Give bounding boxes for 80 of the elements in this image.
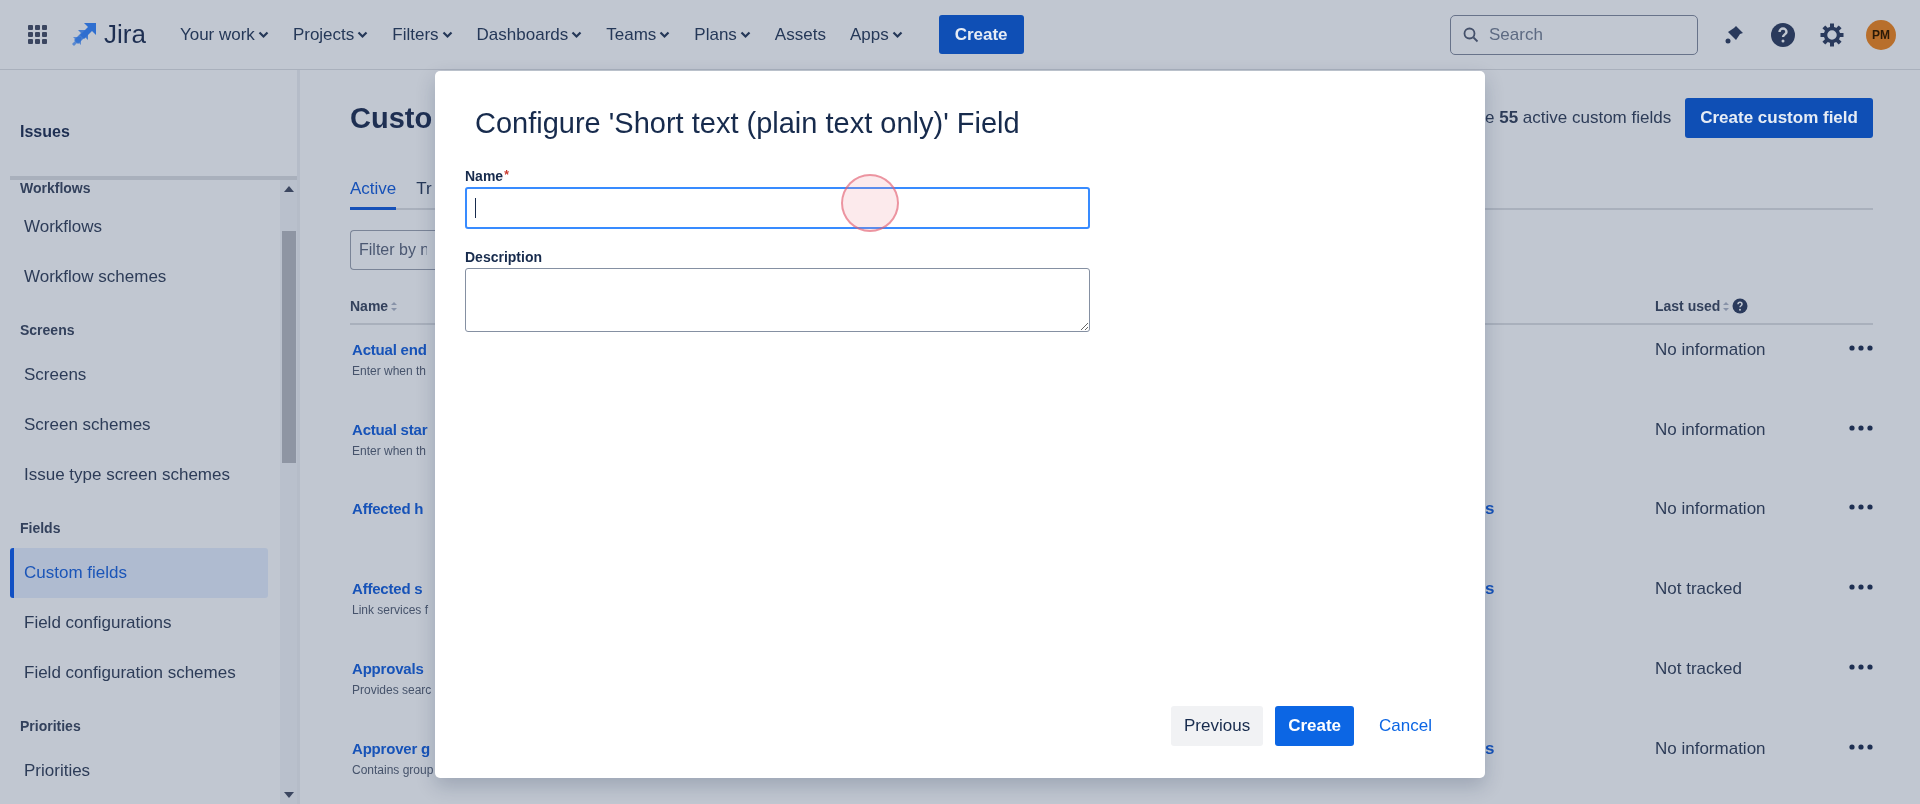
table-cell-text: No information — [1655, 418, 1767, 441]
sidebar-section-heading: Screens — [19, 321, 76, 340]
table-cell-text: No information — [1655, 498, 1767, 521]
chevron-down-icon — [441, 30, 453, 39]
nav-menu-item[interactable]: Apps — [839, 14, 913, 55]
required-mark: * — [504, 168, 509, 182]
click-marker — [841, 174, 899, 232]
nav-menu-item[interactable]: Dashboards — [466, 14, 593, 55]
sidebar-item[interactable]: Screen schemes — [10, 400, 268, 450]
field-name-link[interactable]: Actual end — [352, 338, 427, 361]
field-description: Provides searc — [352, 682, 432, 700]
sidebar-item[interactable]: Workflow schemes — [10, 252, 268, 302]
help-icon[interactable] — [1770, 21, 1796, 48]
chevron-down-icon — [571, 30, 583, 39]
sidebar-item[interactable]: Screens — [10, 350, 268, 400]
help-icon[interactable] — [1732, 298, 1749, 315]
table-cell-text: Not tracked — [1655, 578, 1743, 601]
sidebar-item[interactable]: Field configurations — [10, 598, 268, 648]
settings-icon[interactable] — [1820, 22, 1844, 47]
field-name-link[interactable]: Actual star — [352, 418, 428, 441]
table-cell-text: No information — [1655, 338, 1767, 361]
tab[interactable]: Active — [350, 169, 397, 210]
chevron-down-icon — [257, 30, 269, 39]
sidebar-section-heading: Priorities — [19, 717, 82, 736]
field-label: Name* — [465, 168, 510, 184]
search-field[interactable]: Search — [1450, 14, 1698, 55]
field-label: Description — [465, 249, 543, 265]
field-name-link[interactable]: Approvals — [352, 658, 432, 681]
nav-menu-item[interactable]: Filters — [382, 14, 463, 55]
table-link[interactable]: s — [1485, 739, 1495, 759]
table-link[interactable]: s — [1485, 579, 1495, 599]
nav-menu-item[interactable]: Your work — [169, 14, 279, 55]
user-avatar[interactable]: PM — [1866, 19, 1896, 50]
column-header[interactable]: Name — [350, 298, 398, 315]
chevron-down-icon — [659, 30, 671, 39]
table-cell-text: Not tracked — [1655, 658, 1743, 681]
field-name-link[interactable]: Affected h — [352, 498, 424, 521]
sidebar-item[interactable]: Workflows — [10, 202, 268, 252]
name-input-field[interactable] — [465, 187, 1090, 229]
chevron-down-icon — [357, 30, 369, 39]
sidebar-title: Issues — [19, 122, 71, 142]
tab[interactable]: Tr — [416, 169, 432, 210]
scrollbar-thumb[interactable] — [281, 231, 296, 463]
nav-menu-item[interactable]: Teams — [596, 14, 681, 55]
cancel-link[interactable]: Cancel — [1366, 706, 1445, 746]
logo-icon[interactable] — [70, 20, 98, 49]
chevron-down-icon — [739, 30, 751, 39]
field-description: Contains group — [352, 762, 434, 780]
create-button[interactable]: Create — [1275, 706, 1355, 746]
field-count-text: e 55 active custom fields — [1485, 108, 1672, 128]
scroll-up-icon[interactable] — [283, 186, 294, 192]
scroll-down-icon[interactable] — [283, 792, 294, 798]
scrollbar[interactable] — [280, 180, 297, 804]
app-grid-icon[interactable] — [28, 24, 48, 45]
sidebar-item[interactable]: Field configuration schemes — [10, 648, 268, 698]
field-description: Link services f — [352, 602, 429, 620]
sidebar-section-heading: Fields — [19, 519, 62, 538]
table-link[interactable]: s — [1485, 499, 1495, 519]
create-custom-field-button[interactable]: Create custom field — [1685, 98, 1873, 138]
previous-button[interactable]: Previous — [1171, 706, 1264, 746]
dialog-title: Configure 'Short text (plain text only)' Field — [475, 107, 1021, 140]
field-name-link[interactable]: Approver g — [352, 738, 434, 761]
sidebar-section-heading: Workflows — [19, 180, 92, 198]
chevron-down-icon — [891, 30, 903, 39]
page-title: Custo — [350, 101, 433, 136]
logo-text[interactable]: Jira — [104, 19, 146, 50]
field-description: Enter when th — [352, 442, 428, 460]
nav-menu-item[interactable]: Projects — [282, 14, 379, 55]
field-description: Enter when th — [352, 362, 427, 380]
search-icon — [1463, 26, 1479, 43]
field-name-link[interactable]: Affected s — [352, 578, 429, 601]
sidebar-item[interactable]: Custom fields — [10, 548, 268, 598]
description-input-field[interactable] — [465, 268, 1090, 332]
nav-menu-item[interactable]: Plans — [684, 14, 761, 55]
sidebar-item[interactable]: Issue type screen schemes — [10, 450, 268, 500]
sidebar-item[interactable]: Priorities — [10, 746, 268, 796]
nav-menu-item[interactable]: Assets — [764, 14, 836, 55]
create-button[interactable]: Create — [938, 15, 1024, 54]
column-header[interactable]: Last used — [1655, 298, 1749, 315]
table-cell-text: No information — [1655, 738, 1767, 761]
